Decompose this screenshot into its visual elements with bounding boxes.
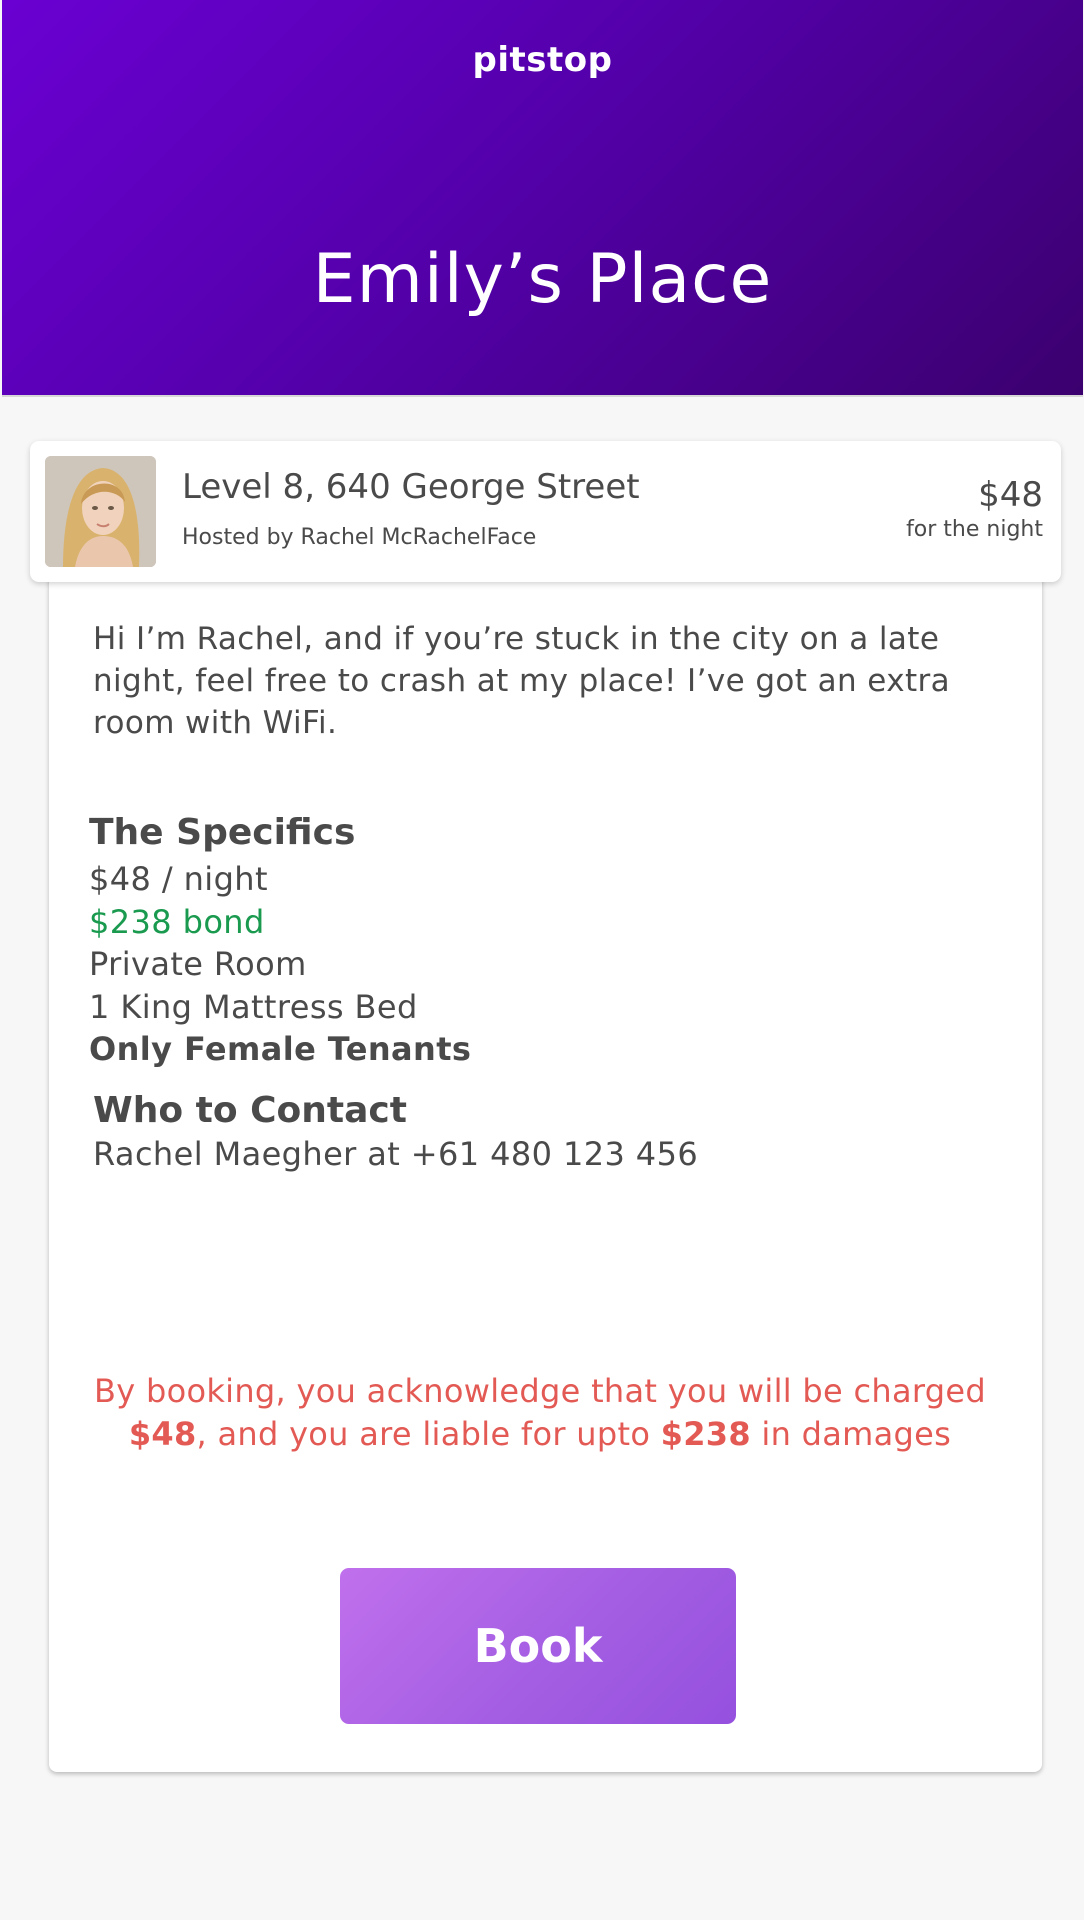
contact-heading: Who to Contact [93,1090,407,1131]
spec-bed: 1 King Mattress Bed [89,987,418,1026]
disclaimer-liability: $238 [660,1415,751,1453]
specifics-list: $48 / night $238 bond Private Room 1 Kin… [89,858,471,1071]
disclaimer-text: in damages [750,1415,952,1453]
header-banner: pitstop Emily’s Place [2,0,1083,397]
booking-disclaimer: By booking, you acknowledge that you wil… [90,1370,990,1456]
spec-room-type: Private Room [89,945,307,983]
host-avatar [45,456,156,567]
disclaimer-charge: $48 [128,1415,197,1453]
disclaimer-text: , and you are liable for upto [196,1415,661,1453]
listing-address: Level 8, 640 George Street [182,467,640,507]
disclaimer-text: By booking, you acknowledge that you wil… [94,1372,986,1410]
spec-nightly-rate: $48 / night [89,860,268,898]
host-name: Hosted by Rachel McRachelFace [182,525,537,550]
specifics-heading: The Specifics [89,812,356,853]
listing-summary-card: Level 8, 640 George Street Hosted by Rac… [30,441,1061,582]
brand-logo[interactable]: pitstop [2,40,1083,80]
price-period: for the night [906,517,1043,542]
contact-details: Rachel Maegher at +61 480 123 456 [93,1135,699,1173]
page-title: Emily’s Place [312,240,773,319]
listing-price: $48 [978,475,1043,515]
spec-tenant-restriction: Only Female Tenants [89,1030,472,1068]
book-button[interactable]: Book [340,1568,736,1724]
spec-bond: $238 bond [89,902,265,941]
listing-description: Hi I’m Rachel, and if you’re stuck in th… [93,621,951,741]
